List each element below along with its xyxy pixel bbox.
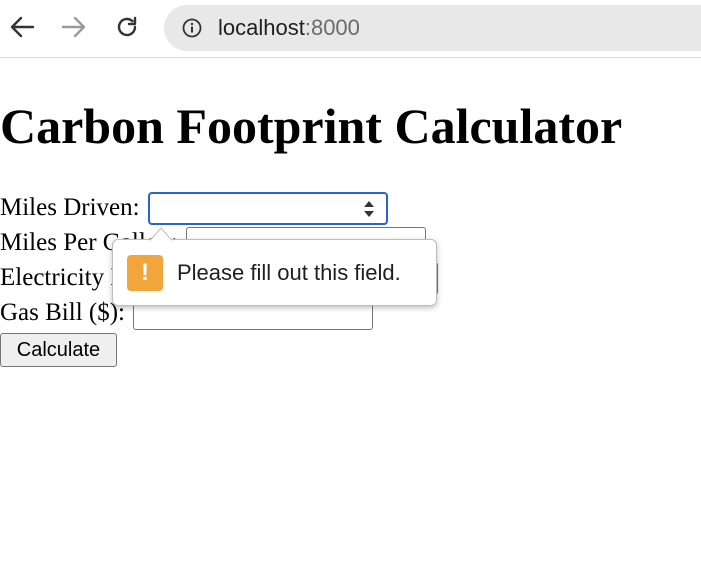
reload-icon [115, 15, 139, 39]
validation-message: Please fill out this field. [177, 259, 401, 285]
spinner-arrows-icon [363, 200, 374, 217]
browser-toolbar: localhost:8000 [0, 0, 701, 58]
page-title: Carbon Footprint Calculator [0, 98, 623, 154]
miles-driven-label: Miles Driven: [0, 194, 140, 221]
validation-bubble-arrow [150, 227, 172, 241]
validation-bubble: ! Please fill out this field. [112, 239, 437, 306]
reload-button[interactable] [113, 12, 141, 42]
number-spinner[interactable] [362, 198, 376, 220]
calculate-button[interactable]: Calculate [0, 333, 117, 367]
address-bar[interactable]: localhost:8000 [164, 5, 701, 51]
form-row-miles-driven: Miles Driven: [0, 191, 388, 225]
gas-label: Gas Bill ($): [0, 299, 125, 326]
warning-icon: ! [127, 254, 163, 291]
back-icon [9, 15, 35, 39]
miles-driven-input[interactable] [147, 191, 388, 225]
back-button[interactable] [8, 12, 36, 42]
forward-icon [61, 15, 87, 39]
url-port: :8000 [304, 15, 360, 40]
info-icon[interactable] [182, 18, 202, 38]
url-host: localhost [218, 15, 305, 40]
forward-button[interactable] [60, 12, 88, 42]
